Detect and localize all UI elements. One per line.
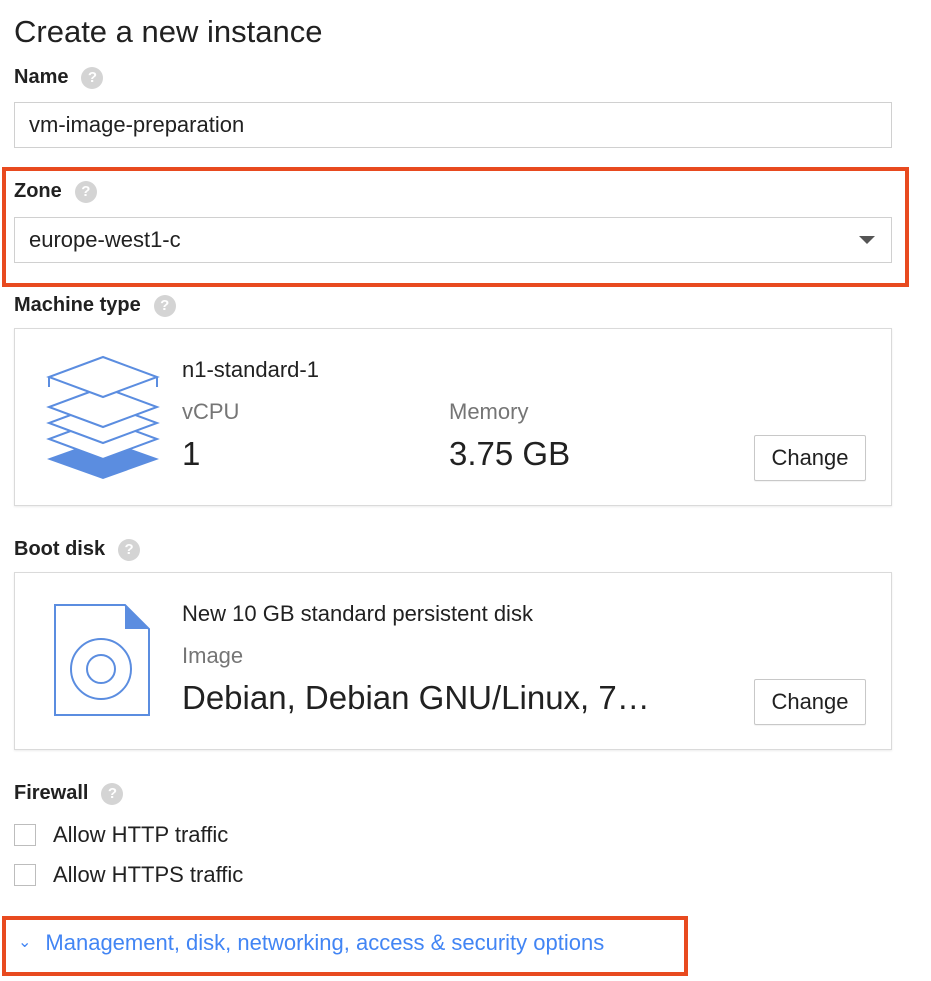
allow-https-row[interactable]: Allow HTTPS traffic xyxy=(14,862,243,888)
boot-disk-label: Boot disk xyxy=(14,538,106,560)
memory-label: Memory xyxy=(449,399,529,424)
machine-type-name: n1-standard-1 xyxy=(182,357,319,382)
boot-disk-label-row: Boot disk ? xyxy=(14,538,141,561)
vcpu-value: 1 xyxy=(182,435,201,472)
stacked-layers-icon xyxy=(46,355,160,479)
page-title: Create a new instance xyxy=(14,14,323,49)
boot-disk-description: New 10 GB standard persistent disk xyxy=(182,601,533,626)
help-icon[interactable]: ? xyxy=(101,782,124,805)
help-icon[interactable]: ? xyxy=(81,66,104,89)
allow-http-checkbox[interactable] xyxy=(14,824,36,846)
zone-label: Zone xyxy=(14,180,62,202)
name-label: Name xyxy=(14,66,69,88)
help-icon[interactable]: ? xyxy=(118,538,141,561)
image-value: Debian, Debian GNU/Linux, 7… xyxy=(182,679,650,716)
firewall-label: Firewall xyxy=(14,782,89,804)
chevron-down-icon xyxy=(859,236,875,244)
name-label-row: Name ? xyxy=(14,66,104,89)
vcpu-label: vCPU xyxy=(182,399,240,424)
allow-http-row[interactable]: Allow HTTP traffic xyxy=(14,822,228,848)
change-boot-disk-button[interactable]: Change xyxy=(754,679,866,725)
memory-value: 3.75 GB xyxy=(449,435,571,472)
help-icon[interactable]: ? xyxy=(153,294,176,317)
double-chevron-down-icon: ⌄ xyxy=(18,934,32,951)
disk-file-icon xyxy=(54,604,150,716)
more-options-label: Management, disk, networking, access & s… xyxy=(45,930,605,955)
allow-https-label: Allow HTTPS traffic xyxy=(53,862,244,887)
allow-https-checkbox[interactable] xyxy=(14,864,36,886)
allow-http-label: Allow HTTP traffic xyxy=(53,822,229,847)
zone-selected-value: europe-west1-c xyxy=(29,227,181,252)
boot-disk-card: New 10 GB standard persistent disk Image… xyxy=(14,572,892,750)
firewall-label-row: Firewall ? xyxy=(14,782,124,805)
image-label: Image xyxy=(182,643,244,668)
name-input[interactable] xyxy=(14,102,892,148)
machine-type-label-row: Machine type ? xyxy=(14,294,176,317)
zone-select[interactable]: europe-west1-c xyxy=(14,217,892,263)
change-machine-type-button[interactable]: Change xyxy=(754,435,866,481)
more-options-link[interactable]: ⌄ Management, disk, networking, access &… xyxy=(18,930,604,956)
machine-type-card: n1-standard-1 vCPU 1 Memory 3.75 GB Chan… xyxy=(14,328,892,506)
machine-type-label: Machine type xyxy=(14,294,141,316)
help-icon[interactable]: ? xyxy=(74,180,97,203)
zone-label-row: Zone ? xyxy=(14,180,97,203)
